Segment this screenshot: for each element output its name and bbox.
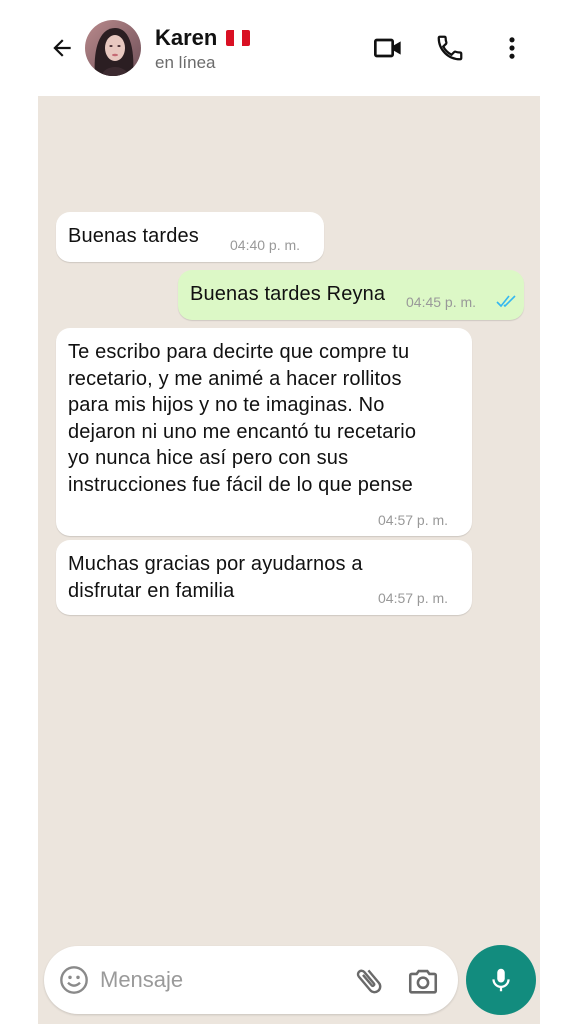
avatar[interactable] <box>85 20 141 76</box>
message-time: 04:57 p. m. <box>378 590 449 606</box>
back-arrow-icon <box>53 39 71 57</box>
more-options-icon <box>509 37 515 59</box>
contact-status: en línea <box>155 53 216 72</box>
more-options-button[interactable] <box>494 30 530 66</box>
message-text: Te escribo para decirte que compre tu re… <box>68 341 417 496</box>
mic-button[interactable] <box>466 945 536 1015</box>
incoming-message[interactable]: Muchas gracias por ayudarnos a disfrutar… <box>56 540 472 615</box>
voice-call-button[interactable] <box>432 30 468 66</box>
message-time: 04:57 p. m. <box>378 512 449 528</box>
video-call-icon <box>374 38 401 58</box>
phone-icon <box>437 35 463 61</box>
back-button[interactable] <box>44 30 80 66</box>
peru-flag-icon <box>226 30 251 46</box>
message-composer <box>44 946 458 1014</box>
message-input[interactable] <box>100 964 320 996</box>
message-text: Buenas tardes <box>68 225 199 247</box>
chat-screen: Karen en línea Buenas tardes 04:40 p. m.… <box>38 0 540 1024</box>
camera-icon[interactable] <box>406 964 440 998</box>
message-time: 04:45 p. m. <box>406 294 477 310</box>
message-text: Muchas gracias por ayudarnos a disfrutar… <box>68 553 363 602</box>
video-call-button[interactable] <box>370 30 406 66</box>
message-time: 04:40 p. m. <box>230 237 301 253</box>
contact-name[interactable]: Karen <box>155 25 251 51</box>
emoji-icon[interactable] <box>58 964 90 996</box>
read-ticks-icon <box>496 295 516 308</box>
message-text: Buenas tardes Reyna <box>190 283 386 305</box>
incoming-message[interactable]: Buenas tardes 04:40 p. m. <box>56 212 324 262</box>
attach-icon[interactable] <box>352 964 386 998</box>
contact-name-text: Karen <box>155 25 218 50</box>
chat-header: Karen en línea <box>38 0 540 96</box>
outgoing-message[interactable]: Buenas tardes Reyna 04:45 p. m. <box>178 270 524 320</box>
incoming-message[interactable]: Te escribo para decirte que compre tu re… <box>56 328 472 536</box>
mic-icon <box>492 968 510 992</box>
